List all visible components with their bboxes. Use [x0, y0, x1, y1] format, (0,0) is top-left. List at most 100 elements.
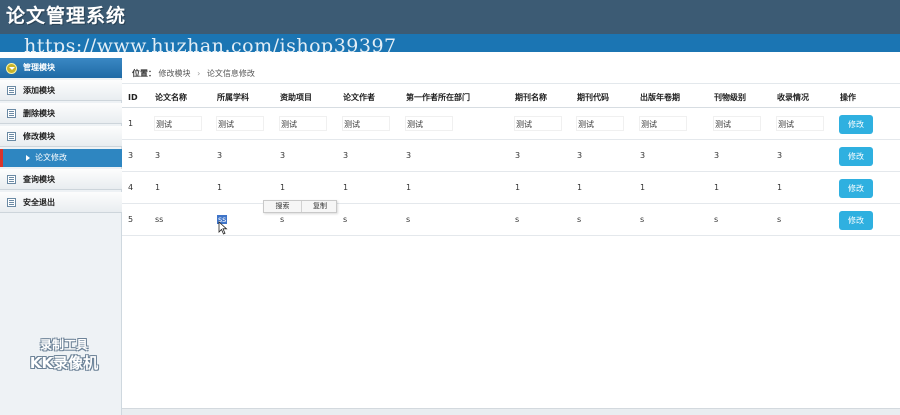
row-id: 3: [128, 151, 134, 160]
sidebar-subitem-label: 论文修改: [35, 153, 67, 162]
cell-value: 3: [515, 151, 521, 160]
cell-input[interactable]: 测试: [342, 116, 390, 131]
sidebar-item-logout[interactable]: 安全退出: [0, 192, 122, 213]
column-header: 收录情况: [777, 93, 809, 102]
cell-value: 1: [217, 183, 223, 192]
sidebar-item-query[interactable]: 查询模块: [0, 169, 122, 190]
column-header: 资助项目: [280, 93, 312, 102]
sidebar-item-label: 修改模块: [23, 132, 55, 141]
list-icon: [7, 198, 16, 207]
collapse-arrow-icon: [6, 63, 17, 74]
breadcrumb-item-current: 论文信息修改: [206, 69, 255, 78]
breadcrumb-item-module[interactable]: 修改模块: [159, 69, 191, 78]
edit-button[interactable]: 修改: [839, 115, 873, 134]
mouse-cursor-icon: [218, 221, 228, 235]
row-id: 4: [128, 183, 134, 192]
breadcrumb: 位置： 修改模块 › 论文信息修改: [122, 64, 900, 84]
cell-value: 1: [406, 183, 412, 192]
cell-value: s: [714, 215, 719, 224]
cell-value: 3: [343, 151, 349, 160]
main-content: 位置： 修改模块 › 论文信息修改 ID 论文名称 所属学科 资助项目 论文作者…: [122, 58, 900, 415]
table-row: 4 1 1 1 1 1 1 1 1 1 1 修改: [122, 173, 900, 204]
cell-input[interactable]: 测试: [576, 116, 624, 131]
cell-value: 3: [777, 151, 783, 160]
sidebar-item-label: 安全退出: [23, 198, 55, 207]
app-title: 论文管理系统: [6, 5, 127, 27]
selection-popup: 搜索 复制: [263, 200, 337, 213]
cell-value: 1: [280, 183, 286, 192]
cell-input[interactable]: 测试: [514, 116, 562, 131]
search-selection-button[interactable]: 搜索: [264, 201, 301, 212]
edit-button[interactable]: 修改: [839, 179, 873, 198]
column-header: 刊物级别: [714, 93, 746, 102]
cell-input[interactable]: 测试: [216, 116, 264, 131]
cell-value: 1: [515, 183, 521, 192]
cell-input[interactable]: 测试: [154, 116, 202, 131]
sidebar-subitem-paper-modify[interactable]: 论文修改: [0, 149, 122, 167]
sidebar-item-add[interactable]: 添加模块: [0, 80, 122, 101]
recorder-watermark-line1: 录制工具: [39, 338, 88, 352]
bottom-scroll-strip: [122, 408, 900, 415]
column-header: 期刊代码: [577, 93, 609, 102]
cell-input[interactable]: 测试: [405, 116, 453, 131]
column-header: ID: [128, 93, 138, 102]
table-row: 5 ss ss s s s s s s s s 修改: [122, 205, 900, 236]
list-icon: [7, 86, 16, 95]
cell-value: 1: [640, 183, 646, 192]
sidebar-item-label: 查询模块: [23, 175, 55, 184]
list-icon: [7, 132, 16, 141]
cell-value: s: [406, 215, 411, 224]
sidebar-item-label: 删除模块: [23, 109, 55, 118]
cell-value: 3: [577, 151, 583, 160]
cell-value: 1: [343, 183, 349, 192]
sidebar-item-delete[interactable]: 删除模块: [0, 103, 122, 124]
cell-value: 3: [406, 151, 412, 160]
cell-input[interactable]: 测试: [776, 116, 824, 131]
edit-button[interactable]: 修改: [839, 211, 873, 230]
breadcrumb-label: 位置：: [132, 69, 156, 78]
cell-value: 3: [714, 151, 720, 160]
table-row: 1 测试 测试 测试 测试 测试 测试 测试 测试 测试 测试 修改: [122, 109, 900, 140]
column-header: 论文作者: [343, 93, 375, 102]
cell-value: 1: [577, 183, 583, 192]
cell-value: s: [577, 215, 582, 224]
column-header: 期刊名称: [515, 93, 547, 102]
cell-value: 1: [714, 183, 720, 192]
cell-value: s: [343, 215, 348, 224]
cell-value: s: [777, 215, 782, 224]
cell-input[interactable]: 测试: [279, 116, 327, 131]
column-header: 出版年卷期: [640, 93, 680, 102]
sidebar-item-label: 添加模块: [23, 86, 55, 95]
cell-value: 1: [155, 183, 161, 192]
cell-input[interactable]: 测试: [713, 116, 761, 131]
triangle-right-icon: [26, 155, 30, 161]
column-header: 操作: [840, 93, 856, 102]
watermark-url: https://www.huzhan.com/ishop39397: [24, 35, 397, 57]
column-header: 所属学科: [217, 93, 249, 102]
cell-value: s: [640, 215, 645, 224]
list-icon: [7, 175, 16, 184]
table-row: 3 3 3 3 3 3 3 3 3 3 3 修改: [122, 141, 900, 172]
cell-value: 3: [155, 151, 161, 160]
row-id: 5: [128, 215, 134, 224]
sidebar-section-title: 管理模块: [23, 63, 55, 72]
list-icon: [7, 109, 16, 118]
copy-selection-button[interactable]: 复制: [301, 201, 338, 212]
breadcrumb-separator: ›: [197, 69, 201, 78]
cell-value: s: [280, 215, 285, 224]
cell-value: 3: [280, 151, 286, 160]
edit-button[interactable]: 修改: [839, 147, 873, 166]
cell-input[interactable]: 测试: [639, 116, 687, 131]
recorder-watermark-line2: KK录像机: [29, 354, 99, 372]
cell-value: 1: [777, 183, 783, 192]
app-header: 论文管理系统: [0, 0, 900, 34]
column-header: 第一作者所在部门: [406, 93, 470, 102]
cell-value: 3: [217, 151, 223, 160]
row-id: 1: [128, 119, 134, 128]
sidebar-item-modify[interactable]: 修改模块: [0, 126, 122, 147]
sidebar-section-header[interactable]: 管理模块: [0, 58, 122, 78]
cell-value: ss: [155, 215, 164, 224]
sidebar: 管理模块 添加模块 删除模块 修改模块 论文修改 查询模块 安全退出 录制工具 …: [0, 58, 122, 415]
column-header: 论文名称: [155, 93, 187, 102]
cell-value: 3: [640, 151, 646, 160]
